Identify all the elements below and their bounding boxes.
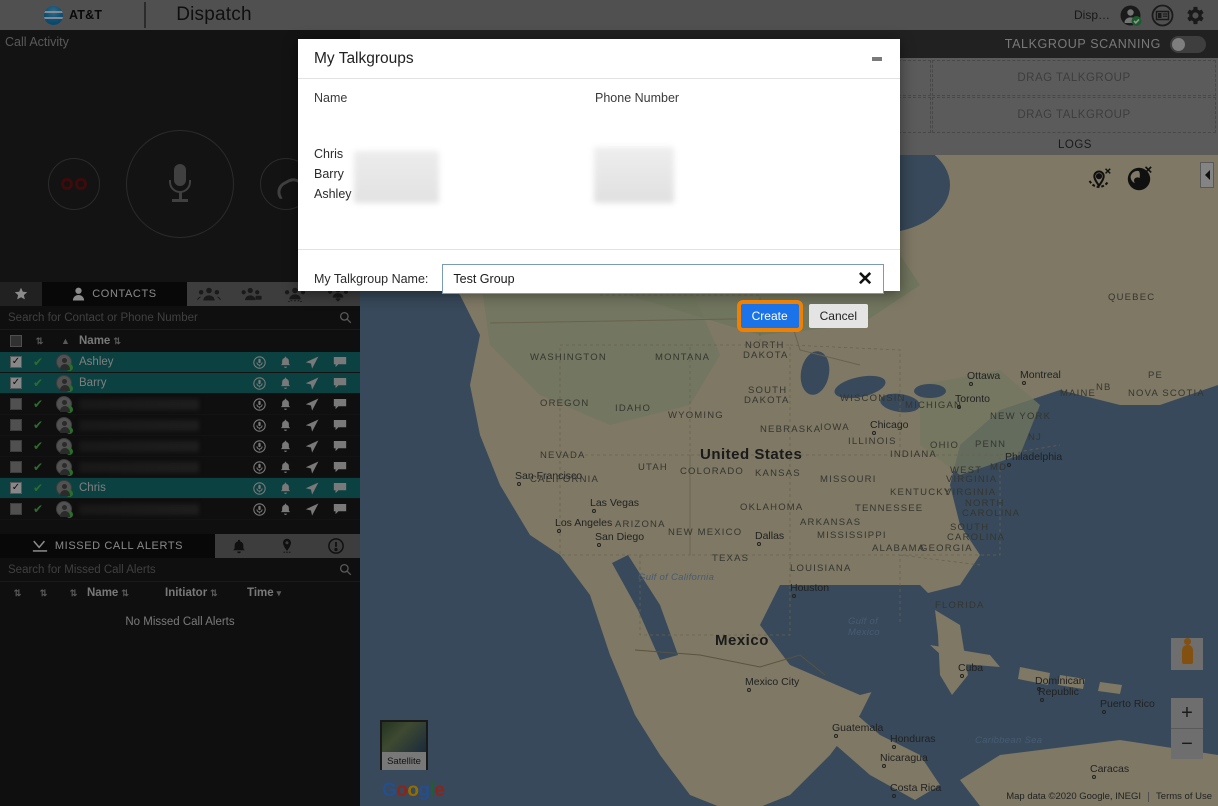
column-header-phone: Phone Number	[595, 91, 680, 105]
redacted-phone-numbers	[594, 147, 674, 203]
talkgroup-name-input[interactable]	[453, 272, 858, 286]
member-name: Chris	[314, 147, 344, 161]
talkgroup-name-label: My Talkgroup Name:	[314, 272, 429, 286]
cancel-button[interactable]: Cancel	[808, 304, 868, 328]
member-name: Barry	[314, 167, 344, 181]
close-icon[interactable]: ✕	[857, 270, 873, 289]
column-header-name: Name	[314, 91, 348, 105]
redacted-member-details	[354, 151, 439, 203]
member-name: Ashley	[314, 187, 352, 201]
dialog-header: My Talkgroups	[298, 39, 900, 79]
dispatch-app: AT&T Dispatch Disp… Call Activity TALKGR…	[0, 0, 1218, 806]
dialog-buttons: Create Cancel	[314, 300, 884, 332]
dialog-body: Name Phone Number Chris Barry Ashley	[298, 79, 900, 249]
create-button[interactable]: Create	[736, 300, 803, 332]
dialog-footer: My Talkgroup Name: ✕ Create Cancel	[298, 249, 900, 332]
talkgroup-name-field[interactable]: ✕	[442, 264, 884, 294]
my-talkgroups-dialog: My Talkgroups Name Phone Number Chris Ba…	[298, 39, 900, 332]
dialog-title: My Talkgroups	[314, 49, 414, 67]
minimize-icon[interactable]	[870, 52, 884, 66]
talkgroup-name-row: My Talkgroup Name: ✕	[314, 264, 884, 294]
